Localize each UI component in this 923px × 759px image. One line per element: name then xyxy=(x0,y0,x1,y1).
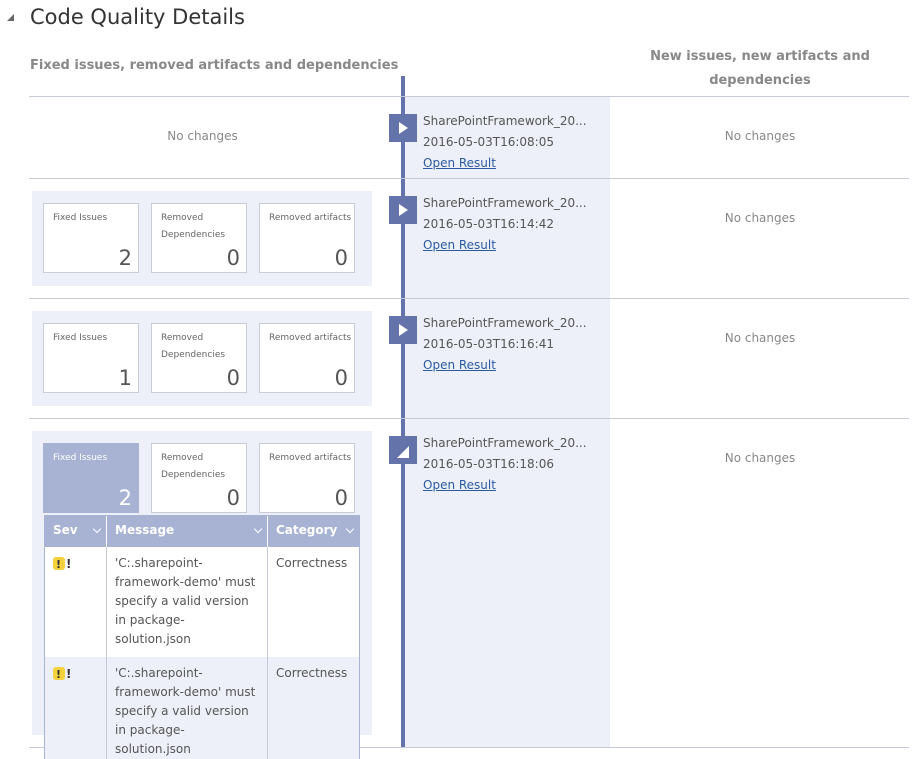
page-title: Code Quality Details xyxy=(30,5,245,29)
fixed-issues-table: Sev Message Category ! 'C:.sharepoint-fr… xyxy=(44,515,360,759)
card-value: 0 xyxy=(334,366,348,390)
left-column-header: Fixed issues, removed artifacts and depe… xyxy=(30,58,399,73)
card-value: 2 xyxy=(118,486,132,510)
card-value: 0 xyxy=(226,246,240,270)
category-column-header[interactable]: Category xyxy=(268,516,359,547)
open-result-link[interactable]: Open Result xyxy=(423,153,603,174)
run-name: SharePointFramework_20... xyxy=(423,114,587,128)
category-cell: Correctness xyxy=(276,666,348,680)
table-row[interactable]: ! 'C:.sharepoint-framework-demo' must sp… xyxy=(45,547,359,657)
expand-run-button[interactable] xyxy=(389,196,417,224)
expand-run-button[interactable] xyxy=(389,114,417,142)
card-label: Removed Dependencies xyxy=(161,453,226,480)
message-column-header[interactable]: Message xyxy=(107,516,268,547)
message-cell: 'C:.sharepoint-framework-demo' must spec… xyxy=(107,657,268,759)
run-time: 2016-05-03T16:14:42 xyxy=(423,217,554,231)
open-result-link[interactable]: Open Result xyxy=(423,355,603,376)
removed-artifacts-card[interactable]: Removed artifacts 0 xyxy=(259,443,355,513)
exclamation-icon: ! xyxy=(66,557,72,571)
card-label: Fixed Issues xyxy=(53,453,108,463)
fixed-issues-card[interactable]: Fixed Issues 2 xyxy=(43,203,139,273)
run-info: SharePointFramework_20... 2016-05-03T16:… xyxy=(423,193,603,256)
run-time: 2016-05-03T16:18:06 xyxy=(423,457,554,471)
message-cell: 'C:.sharepoint-framework-demo' must spec… xyxy=(107,547,268,657)
fixed-issues-card[interactable]: Fixed Issues 1 xyxy=(43,323,139,393)
right-no-changes: No changes xyxy=(724,451,796,465)
right-no-changes: No changes xyxy=(724,129,796,143)
card-label: Removed artifacts xyxy=(269,213,352,223)
fixed-issues-card[interactable]: Fixed Issues 2 xyxy=(43,443,139,513)
table-row[interactable]: ! 'C:.sharepoint-framework-demo' must sp… xyxy=(45,657,359,759)
run-name: SharePointFramework_20... xyxy=(423,436,587,450)
card-label: Removed artifacts xyxy=(269,333,352,343)
chevron-down-icon[interactable] xyxy=(345,524,355,534)
removed-dependencies-card[interactable]: Removed Dependencies 0 xyxy=(151,443,247,513)
run-info: SharePointFramework_20... 2016-05-03T16:… xyxy=(423,433,603,496)
run-name: SharePointFramework_20... xyxy=(423,196,587,210)
open-result-link[interactable]: Open Result xyxy=(423,235,603,256)
run-time: 2016-05-03T16:16:41 xyxy=(423,337,554,351)
chevron-down-icon[interactable] xyxy=(253,524,263,534)
card-label: Fixed Issues xyxy=(53,213,108,223)
removed-artifacts-card[interactable]: Removed artifacts 0 xyxy=(259,203,355,273)
timeline-bar xyxy=(401,76,405,748)
card-label: Removed artifacts xyxy=(269,453,352,463)
card-label: Removed Dependencies xyxy=(161,213,226,240)
right-no-changes: No changes xyxy=(724,211,796,225)
row-divider xyxy=(29,178,909,179)
card-value: 0 xyxy=(334,486,348,510)
column-label: Sev xyxy=(53,523,78,537)
card-value: 0 xyxy=(334,246,348,270)
warning-icon xyxy=(53,665,65,684)
sev-column-header[interactable]: Sev xyxy=(45,516,107,547)
right-column-header: New issues, new artifacts and dependenci… xyxy=(650,49,870,88)
card-label: Removed Dependencies xyxy=(161,333,226,360)
column-label: Category xyxy=(276,523,338,537)
card-label: Fixed Issues xyxy=(53,333,108,343)
removed-artifacts-card[interactable]: Removed artifacts 0 xyxy=(259,323,355,393)
row-divider xyxy=(29,298,909,299)
chevron-down-icon[interactable] xyxy=(92,524,102,534)
run-name: SharePointFramework_20... xyxy=(423,316,587,330)
open-result-link[interactable]: Open Result xyxy=(423,475,603,496)
exclamation-icon: ! xyxy=(66,667,72,681)
sev-cell: ! xyxy=(45,547,107,657)
row-divider xyxy=(29,418,909,419)
table-header: Sev Message Category xyxy=(45,516,359,547)
card-value: 0 xyxy=(226,486,240,510)
removed-dependencies-card[interactable]: Removed Dependencies 0 xyxy=(151,203,247,273)
left-no-changes: No changes xyxy=(167,129,238,143)
category-cell: Correctness xyxy=(276,556,348,570)
summary-panel: Fixed Issues 2 Removed Dependencies 0 Re… xyxy=(32,431,372,759)
run-info: SharePointFramework_20... 2016-05-03T16:… xyxy=(423,313,603,376)
column-label: Message xyxy=(115,523,175,537)
expanded-triangle-icon xyxy=(397,446,409,458)
summary-panel: Fixed Issues 2 Removed Dependencies 0 Re… xyxy=(32,191,372,286)
expand-run-button[interactable] xyxy=(389,316,417,344)
card-value: 2 xyxy=(118,246,132,270)
sev-cell: ! xyxy=(45,657,107,759)
card-value: 1 xyxy=(118,366,132,390)
collapse-run-button[interactable] xyxy=(389,436,417,464)
run-time: 2016-05-03T16:08:05 xyxy=(423,135,554,149)
collapse-section-icon[interactable] xyxy=(7,14,14,21)
row-divider xyxy=(29,96,909,97)
card-value: 0 xyxy=(226,366,240,390)
summary-panel: Fixed Issues 1 Removed Dependencies 0 Re… xyxy=(32,311,372,406)
run-info: SharePointFramework_20... 2016-05-03T16:… xyxy=(423,111,603,174)
warning-icon xyxy=(53,555,65,574)
removed-dependencies-card[interactable]: Removed Dependencies 0 xyxy=(151,323,247,393)
right-no-changes: No changes xyxy=(724,331,796,345)
